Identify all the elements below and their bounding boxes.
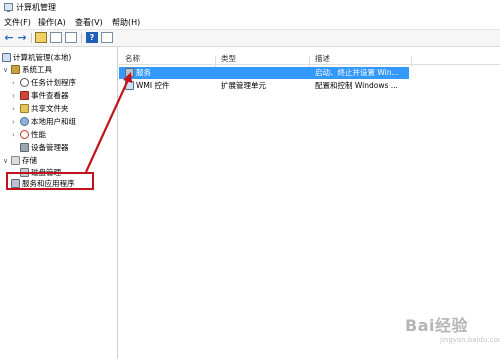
event-viewer-icon — [20, 91, 29, 100]
action-pane-icon[interactable] — [101, 32, 113, 43]
users-icon — [20, 117, 29, 126]
tree-item-label: 共享文件夹 — [31, 104, 69, 113]
window-title: 计算机管理 — [16, 3, 56, 12]
column-separator[interactable] — [411, 56, 412, 67]
clock-icon — [20, 78, 29, 87]
tree-item-task-scheduler[interactable]: › 任务计划程序 — [12, 77, 76, 89]
chevron-right-icon[interactable]: › — [12, 129, 20, 141]
tree-item-label: 设备管理器 — [31, 143, 69, 152]
tree-item-device-manager[interactable]: 设备管理器 — [20, 142, 69, 154]
properties-icon[interactable] — [65, 32, 77, 43]
computer-icon — [2, 53, 11, 62]
toolbar-separator — [81, 33, 82, 43]
column-header-description[interactable]: 描述 — [315, 53, 330, 64]
title-bar: 计算机管理 — [0, 0, 500, 15]
gear-icon — [125, 68, 134, 77]
tree-item-storage[interactable]: ∨ 存储 — [3, 155, 37, 167]
tree-item-system-tools[interactable]: ∨ 系统工具 — [3, 64, 52, 76]
wmi-icon — [125, 81, 134, 90]
performance-icon — [20, 130, 29, 139]
tree-item-label: 系统工具 — [22, 65, 52, 74]
show-hide-tree-icon[interactable] — [50, 32, 62, 43]
list-item-wmi[interactable]: WMI 控件 扩展管理单元 配置和控制 Windows ... — [119, 80, 411, 92]
tree-item-label: 事件查看器 — [31, 91, 69, 100]
chevron-right-icon[interactable]: › — [12, 103, 20, 115]
list-item-name-label: WMI 控件 — [136, 81, 170, 90]
list-item-type: 扩展管理单元 — [221, 81, 266, 90]
tree-item-root[interactable]: 计算机管理(本地) — [2, 52, 71, 64]
menu-help[interactable]: 帮助(H) — [112, 17, 140, 28]
menu-action[interactable]: 操作(A) — [38, 17, 66, 28]
tree-item-event-viewer[interactable]: › 事件查看器 — [12, 90, 69, 102]
shared-folder-icon — [20, 104, 29, 113]
tree-item-label: 任务计划程序 — [31, 78, 76, 87]
chevron-down-icon[interactable]: ∨ — [3, 155, 11, 167]
computer-management-icon — [4, 3, 13, 12]
highlight-box — [6, 172, 94, 190]
storage-icon — [11, 156, 20, 165]
chevron-right-icon[interactable]: › — [12, 116, 20, 128]
tree-item-label: 计算机管理(本地) — [13, 53, 72, 62]
navigation-tree: 计算机管理(本地) ∨ 系统工具 › 任务计划程序 › 事件查看器 › 共享文件夹 › 本… — [0, 47, 118, 359]
column-separator[interactable] — [309, 56, 310, 67]
up-folder-icon[interactable] — [35, 32, 47, 43]
menu-bar: 文件(F) 操作(A) 查看(V) 帮助(H) — [0, 15, 500, 30]
tree-item-label: 存储 — [22, 156, 37, 165]
help-icon[interactable]: ? — [86, 32, 98, 43]
list-item-name: WMI 控件 — [125, 80, 169, 92]
tree-item-local-users[interactable]: › 本地用户和组 — [12, 116, 76, 128]
list-item-description: 配置和控制 Windows ... — [315, 81, 398, 90]
list-item-description: 启动、终止并设置 Win... — [315, 68, 399, 77]
chevron-right-icon[interactable]: › — [12, 90, 20, 102]
back-arrow-icon[interactable]: ← — [3, 32, 15, 43]
tools-icon — [11, 65, 20, 74]
menu-view[interactable]: 查看(V) — [75, 17, 103, 28]
column-header-type[interactable]: 类型 — [221, 53, 236, 64]
list-item-services[interactable]: 服务 启动、终止并设置 Win... — [119, 67, 409, 79]
tree-item-performance[interactable]: › 性能 — [12, 129, 46, 141]
tree-item-shared-folders[interactable]: › 共享文件夹 — [12, 103, 69, 115]
watermark-url: jingyan.baidu.com — [440, 336, 500, 344]
toolbar-separator — [31, 33, 32, 43]
tree-item-label: 性能 — [31, 130, 46, 139]
list-header: 名称 类型 描述 — [119, 51, 500, 67]
menu-file[interactable]: 文件(F) — [4, 17, 31, 28]
watermark-logo: Bai经验 — [405, 316, 468, 335]
tree-item-label: 本地用户和组 — [31, 117, 76, 126]
column-header-name[interactable]: 名称 — [125, 53, 140, 64]
forward-arrow-icon[interactable]: → — [16, 32, 28, 43]
toolbar: ← → ? — [0, 30, 500, 47]
device-manager-icon — [20, 143, 29, 152]
chevron-right-icon[interactable]: › — [12, 77, 20, 89]
column-separator[interactable] — [215, 56, 216, 67]
list-item-name: 服务 — [125, 67, 151, 79]
chevron-down-icon[interactable]: ∨ — [3, 64, 11, 76]
list-item-name-label: 服务 — [136, 68, 151, 77]
